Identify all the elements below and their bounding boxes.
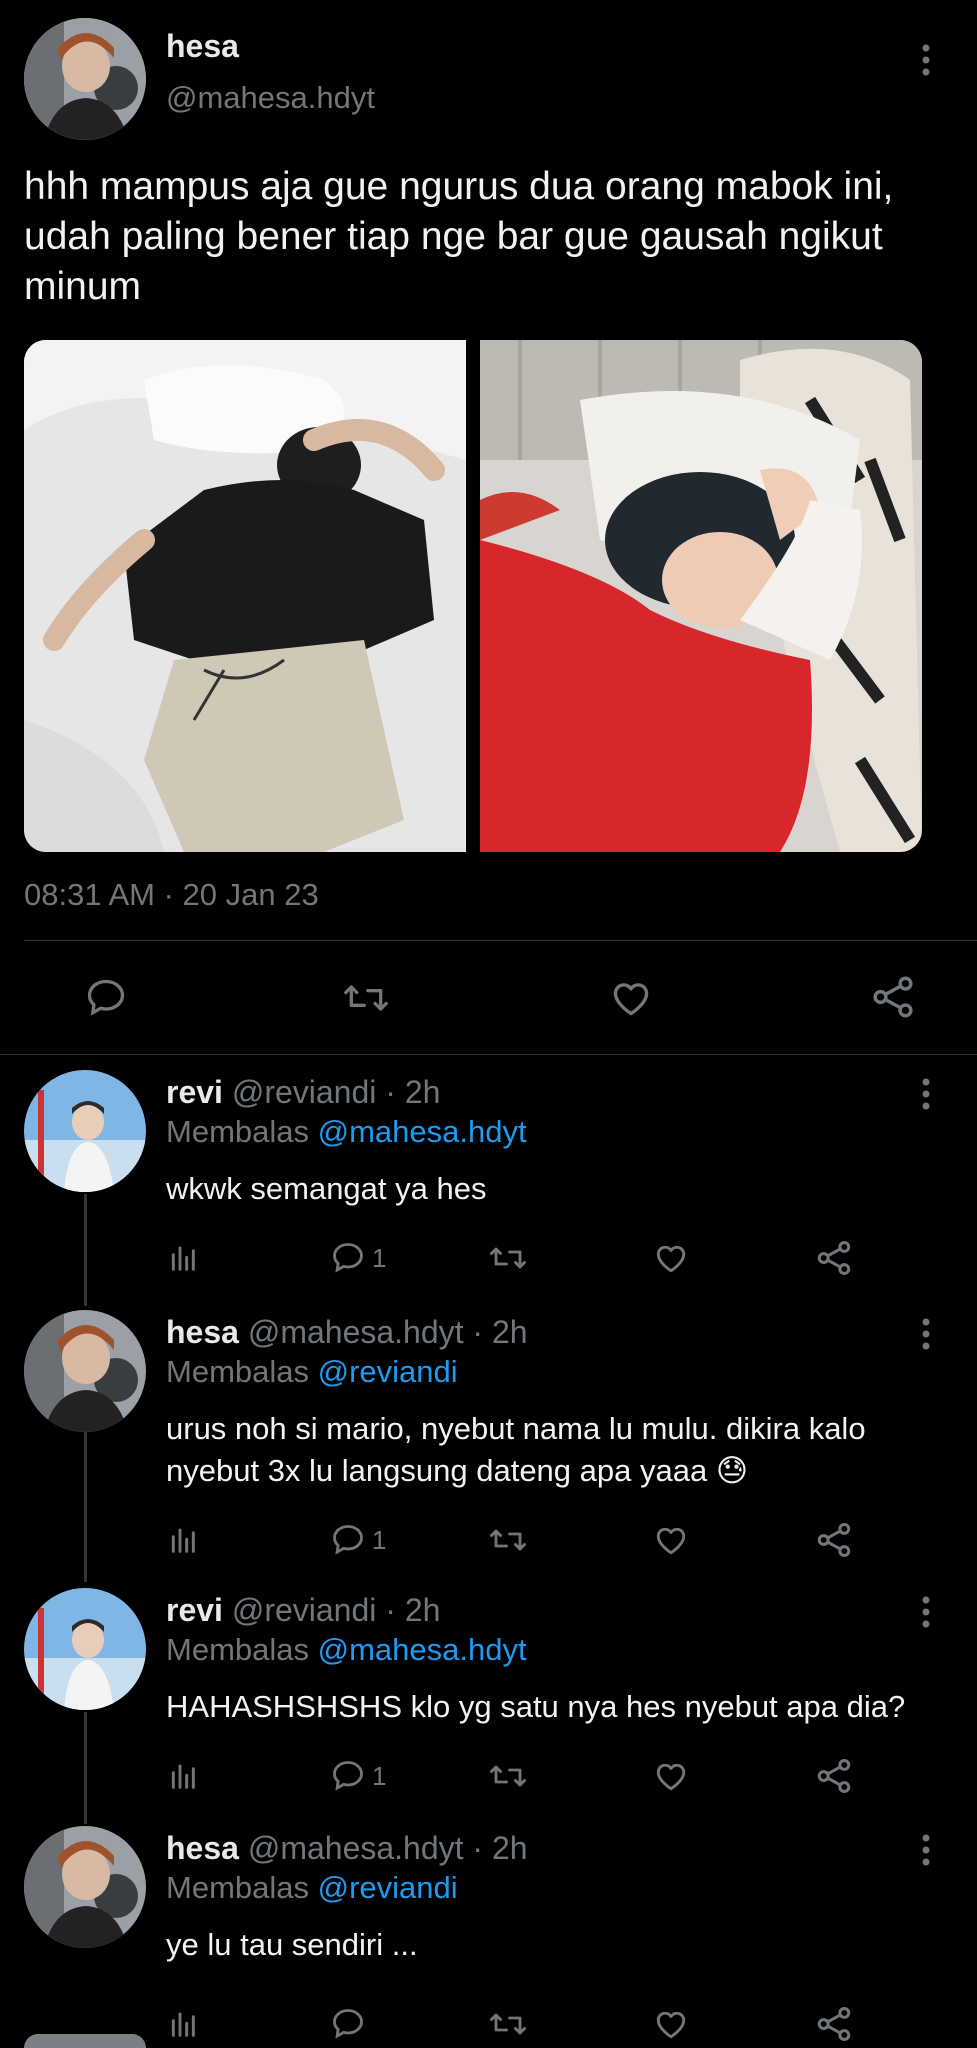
reply-header: revi @reviandi · 2h xyxy=(166,1074,440,1111)
more-options-icon[interactable] xyxy=(914,1832,938,1868)
reply-text: urus noh si mario, nyebut nama lu mulu. … xyxy=(166,1411,866,1488)
like-icon[interactable] xyxy=(652,1758,690,1794)
reply-text: wkwk semangat ya hes xyxy=(166,1171,487,1206)
retweet-icon[interactable] xyxy=(486,2006,530,2042)
separator-dot: · xyxy=(376,1074,405,1110)
reply-time[interactable]: 2h xyxy=(492,1830,528,1866)
mention-link[interactable]: @reviandi xyxy=(318,1354,458,1389)
reply-icon xyxy=(330,1240,366,1276)
analytics-icon[interactable] xyxy=(168,1758,200,1790)
mention-link[interactable]: @reviandi xyxy=(318,1870,458,1905)
author-handle[interactable]: @reviandi xyxy=(232,1074,377,1110)
separator-dot: · xyxy=(463,1314,492,1350)
author-name[interactable]: revi xyxy=(166,1074,223,1110)
analytics-icon[interactable] xyxy=(168,1240,200,1272)
retweet-icon[interactable] xyxy=(486,1522,530,1558)
separator-dot: · xyxy=(463,1830,492,1866)
author-name[interactable]: hesa xyxy=(166,1314,239,1350)
reply-icon[interactable] xyxy=(84,976,128,1020)
replying-to: Membalas @mahesa.hdyt xyxy=(166,1114,527,1150)
reply-time[interactable]: 2h xyxy=(405,1074,441,1110)
mention-link[interactable]: @mahesa.hdyt xyxy=(318,1114,527,1149)
divider xyxy=(24,940,977,941)
retweet-icon[interactable] xyxy=(486,1758,530,1794)
share-icon[interactable] xyxy=(870,974,916,1020)
mention-link[interactable]: @mahesa.hdyt xyxy=(318,1632,527,1667)
reply-icon xyxy=(330,1758,366,1794)
author-handle[interactable]: @reviandi xyxy=(232,1592,377,1628)
reply-time[interactable]: 2h xyxy=(492,1314,528,1350)
thread-line xyxy=(84,1432,87,1582)
share-icon[interactable] xyxy=(815,2005,853,2043)
reply-count: 1 xyxy=(372,1524,387,1555)
more-options-icon[interactable] xyxy=(914,42,938,78)
separator-dot: · xyxy=(376,1592,405,1628)
avatar[interactable] xyxy=(24,2034,146,2048)
avatar[interactable] xyxy=(24,1588,146,1710)
more-options-icon[interactable] xyxy=(914,1316,938,1352)
analytics-icon[interactable] xyxy=(168,1522,200,1554)
thread-line xyxy=(84,1712,87,1824)
reply-button[interactable]: 1 xyxy=(330,1758,386,1794)
share-icon[interactable] xyxy=(815,1239,853,1277)
author-handle[interactable]: @mahesa.hdyt xyxy=(248,1830,464,1866)
author-name[interactable]: revi xyxy=(166,1592,223,1628)
divider xyxy=(0,1054,977,1055)
more-options-icon[interactable] xyxy=(914,1594,938,1630)
author-name[interactable]: hesa xyxy=(166,28,239,65)
reply-header: hesa @mahesa.hdyt · 2h xyxy=(166,1830,528,1867)
avatar[interactable] xyxy=(24,18,146,140)
replying-label: Membalas xyxy=(166,1354,309,1389)
avatar[interactable] xyxy=(24,1826,146,1948)
reply-count: 1 xyxy=(372,1760,387,1791)
reply-button[interactable] xyxy=(330,2006,372,2042)
retweet-icon[interactable] xyxy=(340,976,392,1020)
reply-icon xyxy=(330,1522,366,1558)
share-icon[interactable] xyxy=(815,1757,853,1795)
reply-button[interactable]: 1 xyxy=(330,1240,386,1276)
reply-icon xyxy=(330,2006,366,2042)
replying-label: Membalas xyxy=(166,1114,309,1149)
reply-count: 1 xyxy=(372,1242,387,1273)
retweet-icon[interactable] xyxy=(486,1240,530,1276)
replying-label: Membalas xyxy=(166,1870,309,1905)
replying-to: Membalas @mahesa.hdyt xyxy=(166,1632,527,1668)
media-image-2[interactable] xyxy=(480,340,922,852)
author-handle[interactable]: @mahesa.hdyt xyxy=(166,80,375,116)
replying-label: Membalas xyxy=(166,1632,309,1667)
more-options-icon[interactable] xyxy=(914,1076,938,1112)
tweet-text: hhh mampus aja gue ngurus dua orang mabo… xyxy=(24,165,894,308)
replying-to: Membalas @reviandi xyxy=(166,1870,458,1906)
share-icon[interactable] xyxy=(815,1521,853,1559)
reply-text: HAHASHSHSHS klo yg satu nya hes nyebut a… xyxy=(166,1689,906,1724)
reply-time[interactable]: 2h xyxy=(405,1592,441,1628)
like-icon[interactable] xyxy=(652,1240,690,1276)
reply-header: revi @reviandi · 2h xyxy=(166,1592,440,1629)
avatar[interactable] xyxy=(24,1070,146,1192)
avatar[interactable] xyxy=(24,1310,146,1432)
like-icon[interactable] xyxy=(608,976,654,1020)
reply-button[interactable]: 1 xyxy=(330,1522,386,1558)
tweet-timestamp[interactable]: 08:31 AM · 20 Jan 23 xyxy=(24,877,319,913)
reply-text: ye lu tau sendiri ... xyxy=(166,1927,418,1962)
replying-to: Membalas @reviandi xyxy=(166,1354,458,1390)
author-name[interactable]: hesa xyxy=(166,1830,239,1866)
like-icon[interactable] xyxy=(652,1522,690,1558)
thread-line xyxy=(84,1194,87,1306)
analytics-icon[interactable] xyxy=(168,2006,200,2038)
media-image-1[interactable] xyxy=(24,340,466,852)
like-icon[interactable] xyxy=(652,2006,690,2042)
author-handle[interactable]: @mahesa.hdyt xyxy=(248,1314,464,1350)
reply-header: hesa @mahesa.hdyt · 2h xyxy=(166,1314,528,1351)
